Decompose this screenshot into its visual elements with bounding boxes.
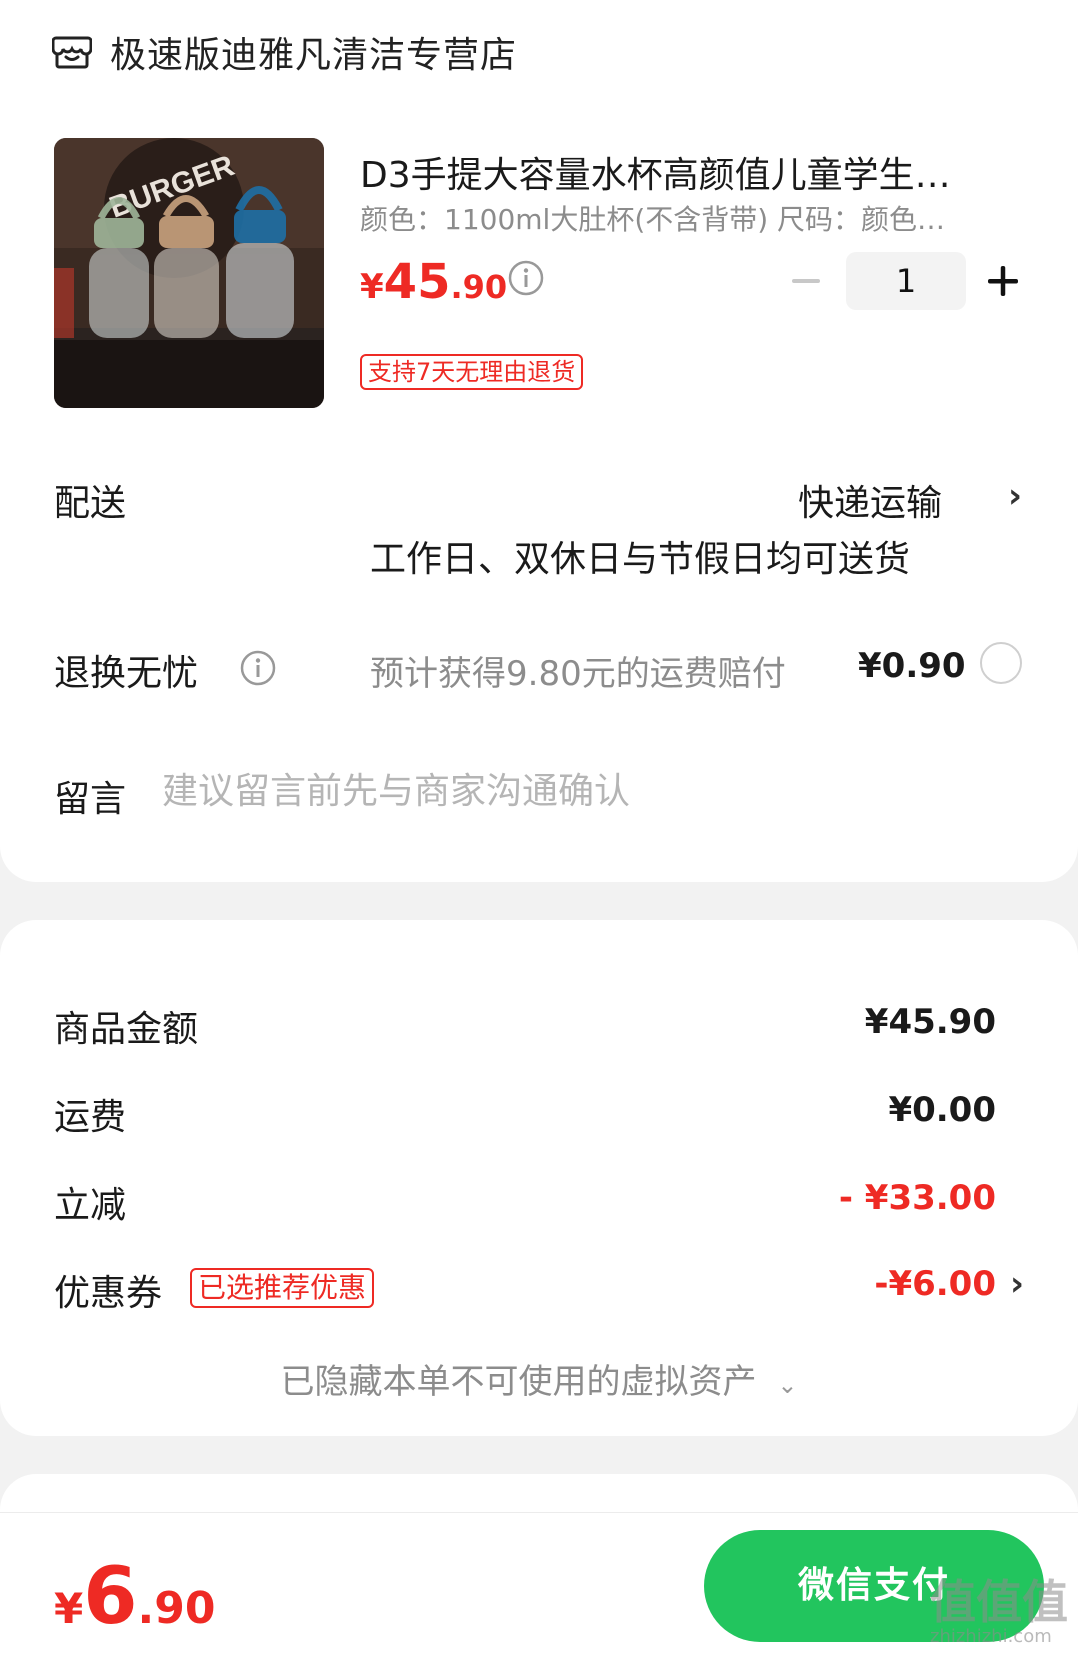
delivery-method[interactable]: 快递运输 (798, 474, 942, 526)
message-input[interactable] (162, 768, 982, 814)
delivery-chevron-icon[interactable]: › (1008, 476, 1022, 516)
return-service-info-icon[interactable] (240, 650, 276, 686)
discount-value: - ¥33.00 (838, 1178, 996, 1218)
total-decimal: .90 (137, 1583, 216, 1634)
product-price: ¥45.90 (360, 254, 507, 310)
order-card (0, 0, 1078, 882)
total-integer: 6 (83, 1552, 138, 1642)
delivery-note: 工作日、双休日与节假日均可送货 (370, 539, 911, 580)
store-name[interactable]: 极速版迪雅凡清洁专营店 (110, 26, 517, 78)
product-spec[interactable]: 颜色：1100ml大肚杯(不含背带) 尺码：颜色… (360, 198, 980, 238)
total-currency: ¥ (54, 1584, 84, 1633)
price-integer: 45 (383, 254, 451, 310)
total-price: ¥6.90 (54, 1552, 215, 1642)
watermark-domain: zhizhizhi.com (930, 1626, 1052, 1647)
return-service-radio[interactable] (980, 642, 1022, 684)
quantity-decrease-button[interactable] (788, 266, 824, 296)
chevron-down-icon: ⌄ (777, 1371, 798, 1399)
goods-amount-value: ¥45.90 (864, 1002, 996, 1042)
price-decimal: .90 (450, 268, 508, 306)
product-title[interactable]: D3手提大容量水杯高颜值儿童学生… (360, 146, 1000, 198)
return-policy-tag: 支持7天无理由退货 (360, 354, 584, 390)
quantity-increase-button[interactable] (984, 262, 1022, 300)
discount-label: 立减 (54, 1185, 127, 1226)
coupon-value[interactable]: -¥6.00 (874, 1264, 996, 1304)
hidden-assets-text: 已隐藏本单不可使用的虚拟资产 (280, 1362, 757, 1402)
quantity-value[interactable]: 1 (846, 252, 966, 310)
price-currency: ¥ (360, 267, 384, 307)
message-label: 留言 (54, 779, 127, 820)
delivery-label: 配送 (54, 483, 127, 524)
price-info-icon[interactable] (508, 260, 544, 296)
shipping-value: ¥0.00 (888, 1090, 996, 1130)
return-service-label: 退换无忧 (54, 653, 199, 694)
coupon-tag[interactable]: 已选推荐优惠 (190, 1268, 375, 1308)
coupon-label[interactable]: 优惠券 (54, 1264, 162, 1316)
return-service-price: ¥0.90 (858, 646, 966, 686)
goods-amount-label: 商品金额 (54, 1009, 199, 1050)
shipping-label: 运费 (54, 1097, 127, 1138)
hidden-assets-toggle[interactable]: 已隐藏本单不可使用的虚拟资产 ⌄ (0, 1354, 1078, 1403)
watermark-logo: 值值值 (930, 1575, 1068, 1629)
coupon-chevron-icon[interactable]: › (1010, 1264, 1024, 1304)
product-image[interactable]: BURGER (54, 138, 324, 408)
return-service-note: 预计获得9.80元的运费赔付 (370, 654, 786, 694)
store-icon[interactable] (51, 32, 93, 70)
